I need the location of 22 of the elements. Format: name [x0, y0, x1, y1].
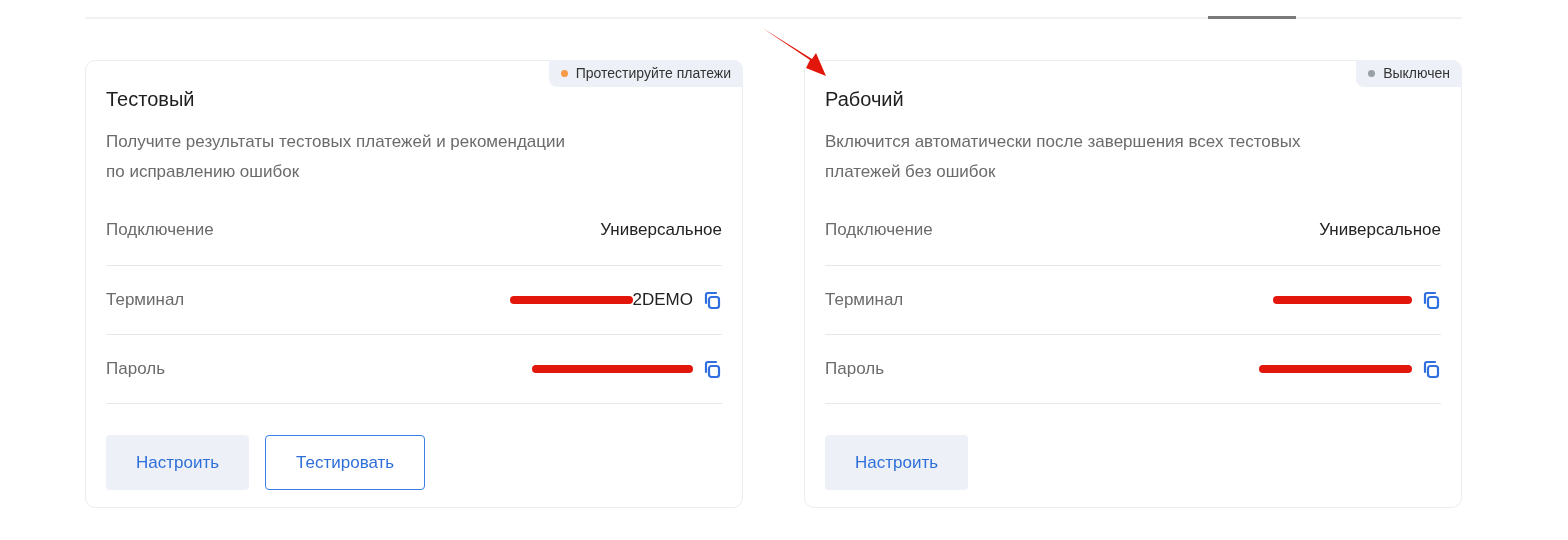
configure-button[interactable]: Настроить	[825, 435, 969, 490]
field-value: 2DEMO	[632, 290, 693, 310]
field-label: Подключение	[825, 220, 933, 240]
copy-icon[interactable]	[1421, 359, 1441, 379]
field-label: Подключение	[106, 220, 214, 240]
card-description: Включится автоматически после завершения всех тестовых платежей без ошибок	[825, 131, 1302, 183]
status-badge: Протестируйте платежи	[548, 60, 743, 87]
field-label: Пароль	[106, 359, 165, 379]
field-label: Терминал	[825, 290, 904, 310]
configure-button[interactable]: Настроить	[106, 435, 250, 490]
field-label: Пароль	[825, 359, 884, 379]
copy-icon[interactable]	[1421, 290, 1441, 310]
status-badge: Выключен	[1356, 60, 1462, 87]
card-title: Рабочий	[825, 87, 905, 112]
field-label: Терминал	[106, 290, 185, 310]
field-value: Универсальное	[600, 220, 722, 240]
card-title: Тестовый	[106, 87, 196, 112]
card-description: Получите результаты тестовых платежей и рекомендации по исправлению ошибок	[106, 131, 566, 183]
test-button[interactable]: Тестировать	[265, 435, 426, 490]
field-value: Универсальное	[1319, 220, 1441, 240]
copy-icon[interactable]	[702, 290, 722, 310]
copy-icon[interactable]	[702, 359, 722, 379]
